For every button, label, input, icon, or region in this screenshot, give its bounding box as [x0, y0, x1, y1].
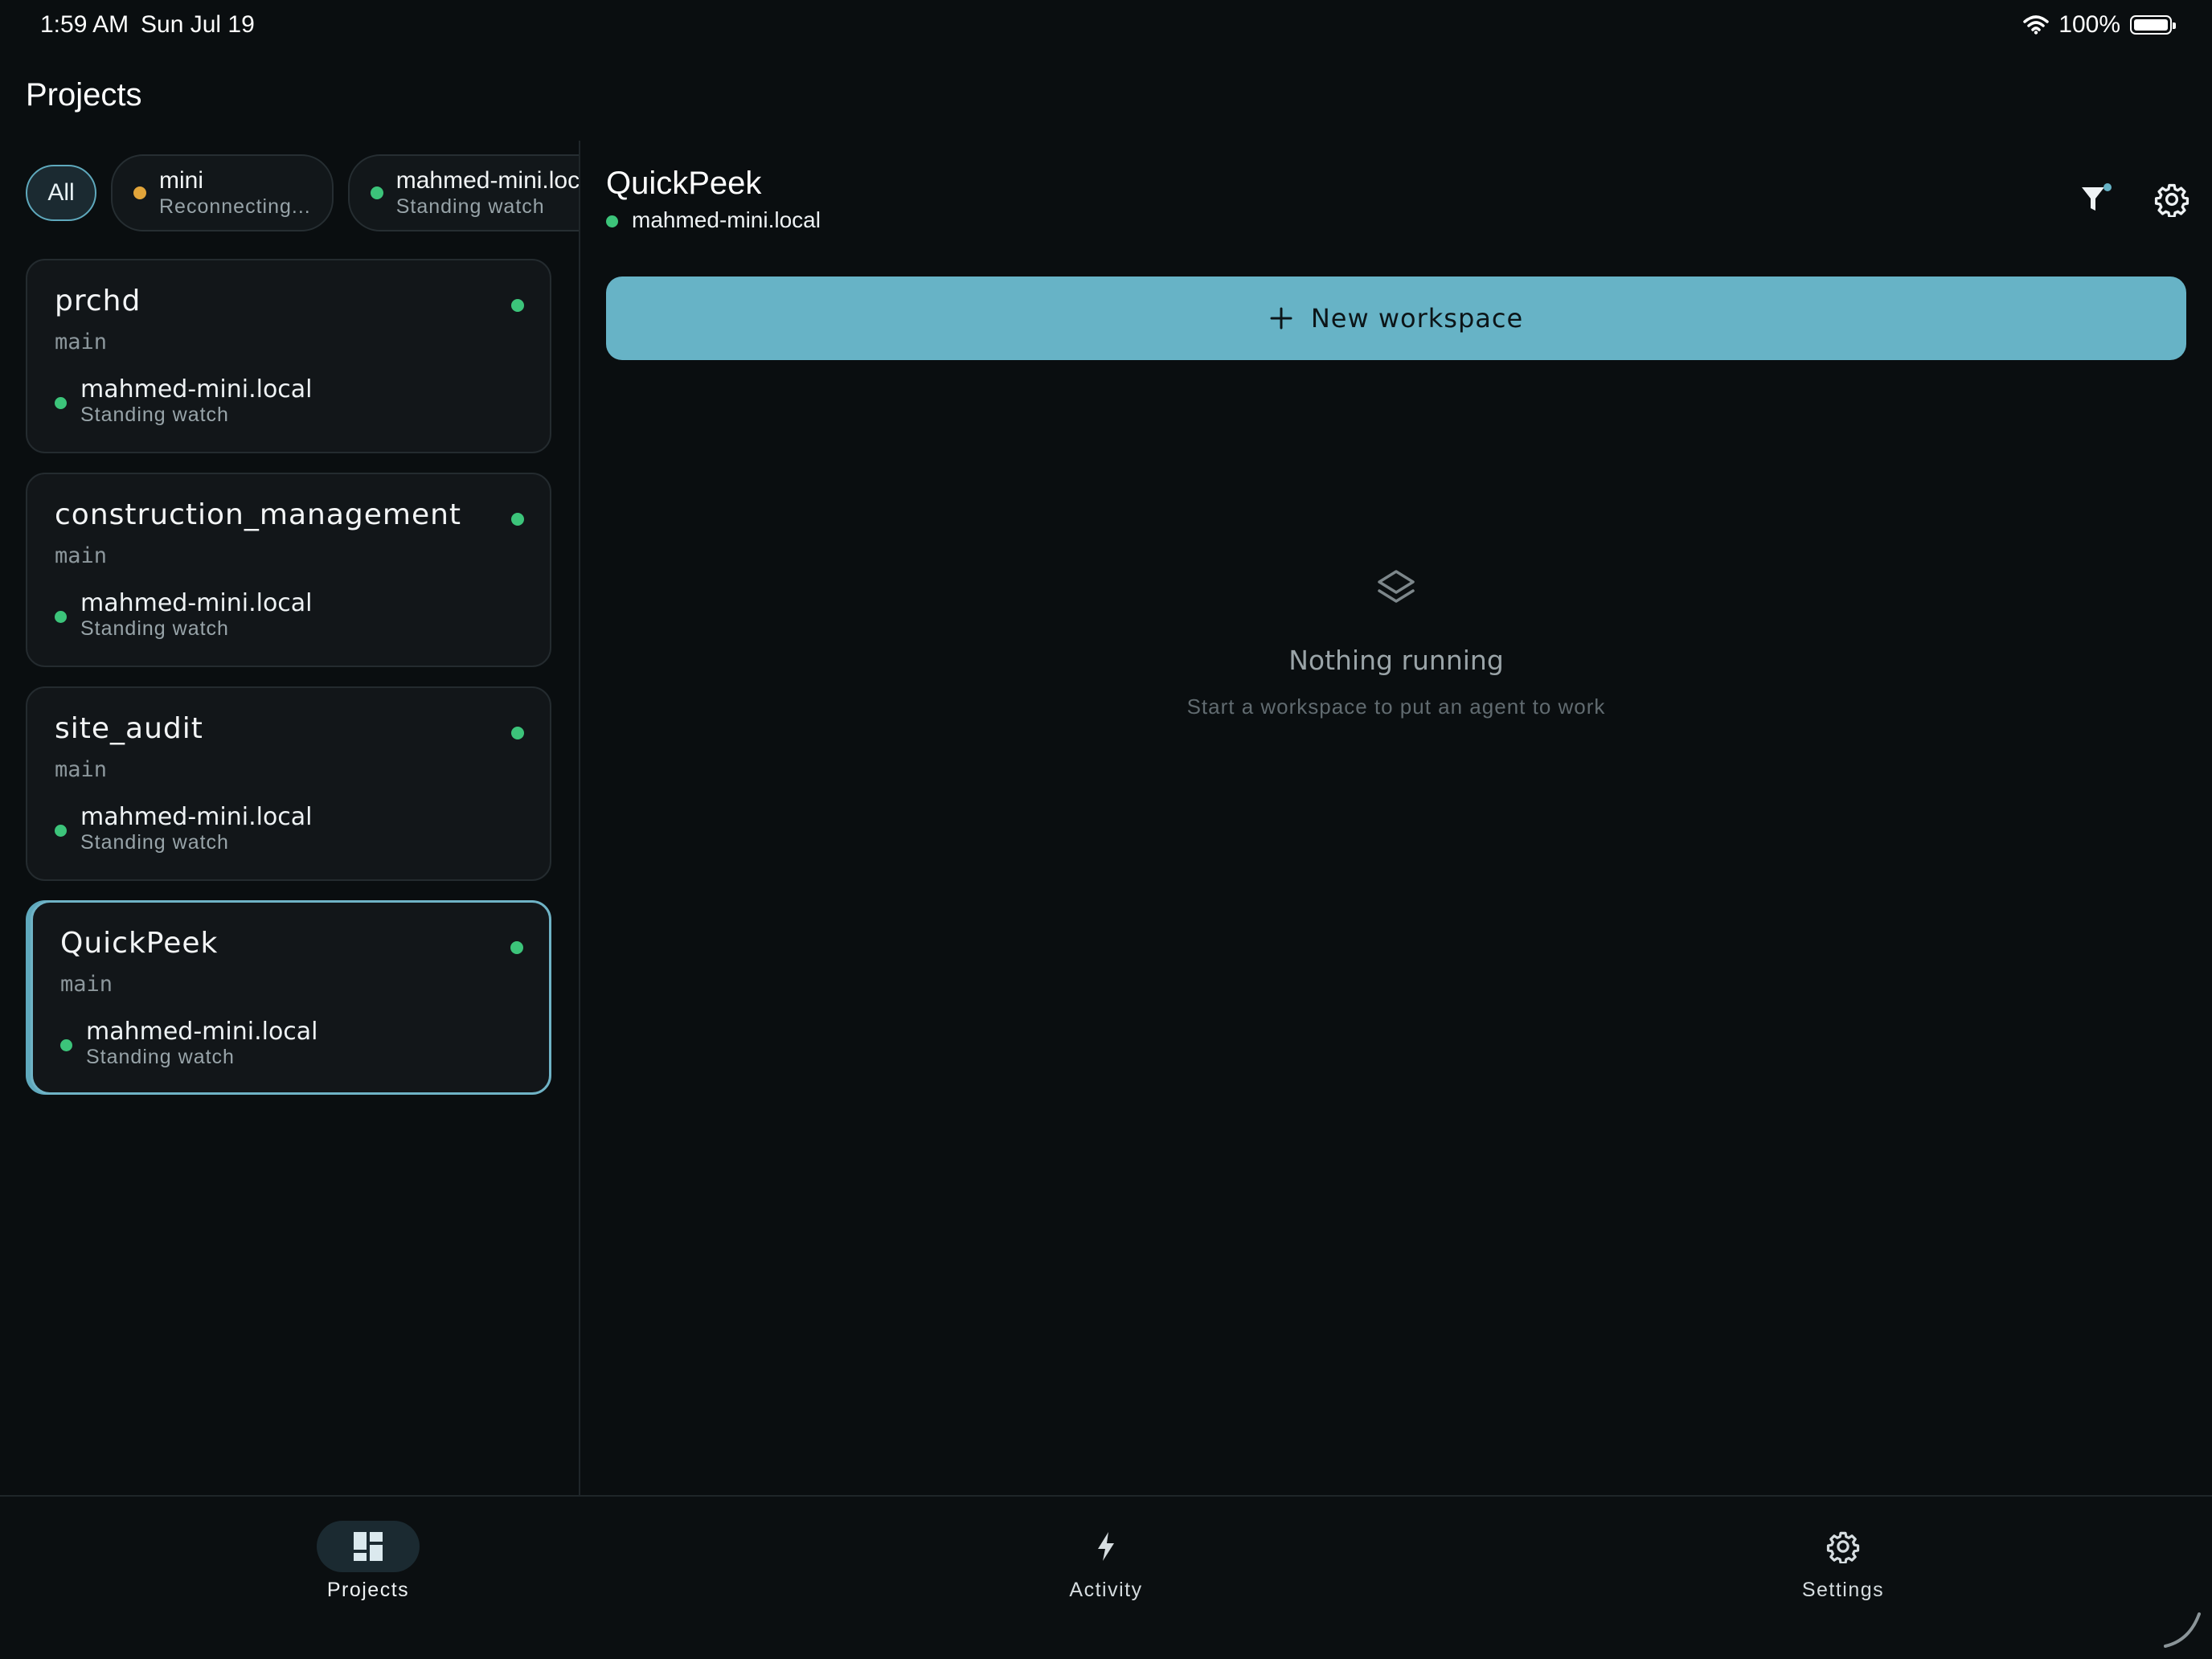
project-name: prchd — [55, 285, 141, 317]
pane-divider — [579, 141, 580, 1495]
project-host-status: Standing watch — [80, 403, 229, 426]
wifi-icon — [2023, 15, 2050, 35]
filter-chip-status: Reconnecting... — [159, 195, 311, 218]
host-filter-chips: All mini Reconnecting... mahmed-mini.loc… — [26, 154, 579, 231]
plus-icon — [1270, 307, 1292, 330]
filter-chip-mahmed-mini-local[interactable]: mahmed-mini.local Standing watch — [347, 154, 579, 231]
gear-icon — [2154, 183, 2189, 217]
project-branch: main — [60, 972, 113, 997]
project-settings-button[interactable] — [2149, 177, 2194, 222]
resize-handle-icon — [2164, 1612, 2201, 1648]
dashboard-icon — [354, 1532, 383, 1561]
project-host-status: Standing watch — [86, 1046, 235, 1068]
filter-chip-label: All — [47, 179, 75, 206]
project-branch: main — [55, 330, 108, 354]
tab-settings[interactable]: Settings — [1722, 1521, 1964, 1602]
tab-label: Activity — [1069, 1579, 1143, 1601]
status-bar: 1:59 AM Sun Jul 19 100% — [0, 0, 2212, 53]
empty-state-subtitle: Start a workspace to put an agent to wor… — [1186, 694, 1606, 719]
project-card-construction-management[interactable]: construction_management main mahmed-mini… — [26, 473, 551, 667]
status-right: 100% — [2023, 11, 2176, 39]
project-host: mahmed-mini.local — [80, 803, 313, 831]
detail-host: mahmed-mini.local — [632, 207, 821, 232]
tab-label: Settings — [1801, 1579, 1885, 1601]
tab-icon-container — [1055, 1521, 1157, 1572]
status-time: 1:59 AM — [40, 11, 129, 38]
battery-percent: 100% — [2058, 11, 2120, 38]
project-branch: main — [55, 543, 108, 568]
bottom-tab-bar: Projects Activity Settings — [0, 1495, 2212, 1659]
projects-list-pane: All mini Reconnecting... mahmed-mini.loc… — [0, 141, 579, 1495]
project-host: mahmed-mini.local — [86, 1018, 318, 1046]
layers-icon — [1378, 570, 1415, 603]
status-dot — [133, 186, 146, 199]
detail-title: QuickPeek — [606, 166, 762, 201]
tab-icon-container — [1792, 1521, 1895, 1572]
filter-chip-status: Standing watch — [395, 195, 545, 218]
status-date: Sun Jul 19 — [141, 11, 255, 38]
battery-icon — [2130, 15, 2176, 35]
filter-chip-all[interactable]: All — [26, 165, 96, 221]
project-card-site-audit[interactable]: site_audit main mahmed-mini.local Standi… — [26, 686, 551, 881]
filter-icon — [2082, 183, 2112, 211]
gear-icon — [1826, 1531, 1860, 1563]
filter-chip-label: mini — [159, 167, 204, 195]
project-host-status: Standing watch — [80, 831, 229, 854]
project-status-dot — [511, 299, 524, 312]
project-name: QuickPeek — [60, 927, 219, 960]
project-host-status: Standing watch — [80, 617, 229, 640]
chip-text: mahmed-mini.local Standing watch — [396, 167, 579, 218]
project-status-dot — [511, 727, 524, 739]
project-card-quickpeek[interactable]: QuickPeek main mahmed-mini.local Standin… — [31, 900, 551, 1095]
filter-chip-mini[interactable]: mini Reconnecting... — [111, 154, 334, 231]
tab-label: Projects — [326, 1579, 410, 1601]
host-status-dot — [60, 1039, 72, 1051]
project-name: site_audit — [55, 712, 203, 745]
project-host: mahmed-mini.local — [80, 375, 313, 403]
filter-button[interactable] — [2074, 177, 2119, 222]
tab-projects[interactable]: Projects — [248, 1521, 489, 1602]
new-workspace-button[interactable]: New workspace — [606, 276, 2186, 360]
bolt-icon — [1098, 1532, 1114, 1561]
host-status-dot — [55, 611, 67, 623]
project-branch: main — [55, 757, 108, 782]
project-host: mahmed-mini.local — [80, 589, 313, 617]
project-name: construction_management — [55, 498, 462, 531]
page-title: Projects — [26, 77, 142, 113]
host-status-dot — [55, 397, 67, 409]
empty-state-title: Nothing running — [1288, 645, 1504, 676]
project-status-dot — [511, 513, 524, 526]
chip-text: mini Reconnecting... — [159, 167, 311, 218]
filter-chip-label: mahmed-mini.local — [395, 167, 579, 195]
tab-icon-container — [317, 1521, 420, 1572]
host-status-dot — [606, 215, 618, 227]
status-dot — [370, 186, 383, 199]
project-status-dot — [510, 941, 523, 954]
tab-activity[interactable]: Activity — [985, 1521, 1227, 1602]
host-status-dot — [55, 825, 67, 837]
new-workspace-label: New workspace — [1310, 303, 1524, 334]
project-card-prchd[interactable]: prchd main mahmed-mini.local Standing wa… — [26, 259, 551, 453]
